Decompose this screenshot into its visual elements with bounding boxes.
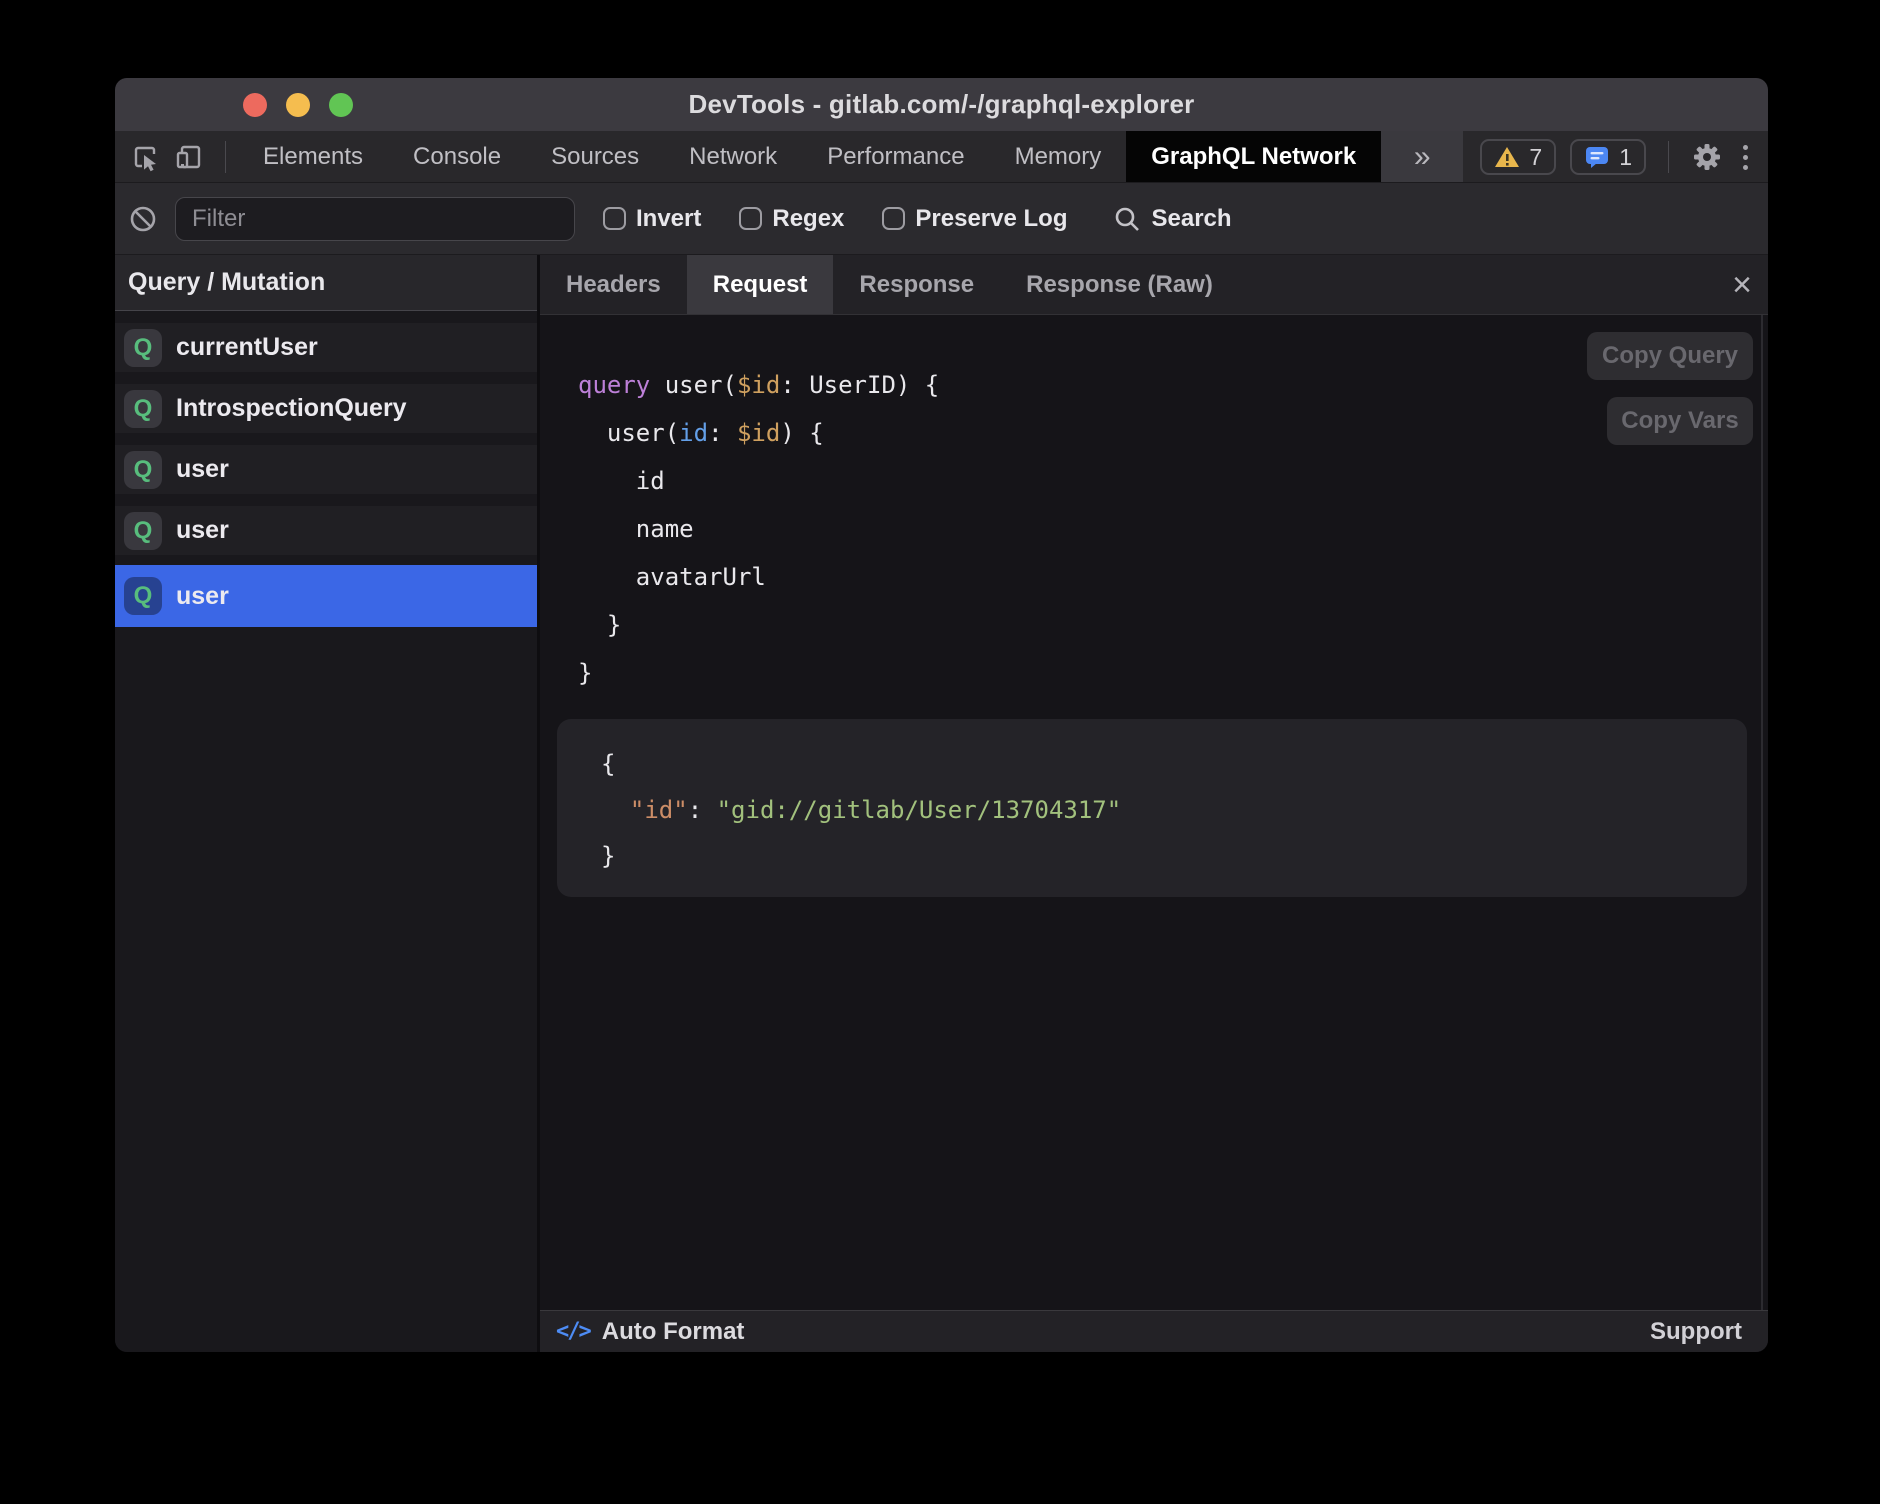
code-line: name (578, 505, 939, 553)
more-tabs-button[interactable]: » (1381, 131, 1463, 182)
close-window-button[interactable] (243, 93, 267, 117)
tab-request[interactable]: Request (687, 255, 834, 314)
regex-checkbox-group[interactable]: Regex (739, 205, 844, 233)
warning-count: 7 (1529, 144, 1542, 171)
preserve-log-label: Preserve Log (915, 205, 1067, 233)
code-line: query user($id: UserID) { (578, 361, 939, 409)
invert-checkbox-group[interactable]: Invert (603, 205, 701, 233)
regex-label: Regex (772, 205, 844, 233)
tab-performance[interactable]: Performance (802, 131, 989, 182)
list-item-label: user (176, 516, 229, 545)
list-item-currentuser[interactable]: Q currentUser (115, 323, 537, 372)
issues-badge[interactable]: 1 (1570, 139, 1646, 175)
tab-console[interactable]: Console (388, 131, 526, 182)
title-bar: DevTools - gitlab.com/-/graphql-explorer (115, 78, 1768, 131)
code-line: user(id: $id) { (578, 409, 939, 457)
panel-tabs: Elements Console Sources Network Perform… (238, 131, 1463, 182)
preserve-log-checkbox[interactable] (882, 207, 905, 230)
filter-bar: Invert Regex Preserve Log Search (115, 183, 1768, 255)
clear-block-icon[interactable] (127, 205, 159, 233)
issues-count: 1 (1619, 144, 1632, 171)
close-detail-icon[interactable]: × (1732, 255, 1752, 315)
graphql-query-code: query user($id: UserID) { user(id: $id) … (578, 361, 939, 697)
search-label: Search (1151, 205, 1231, 233)
tab-elements[interactable]: Elements (238, 131, 388, 182)
list-item-label: currentUser (176, 333, 318, 362)
tab-response[interactable]: Response (833, 255, 1000, 314)
scrollbar-gutter[interactable] (1761, 315, 1763, 1310)
settings-gear-icon[interactable] (1691, 141, 1723, 173)
code-line: } (578, 601, 939, 649)
warnings-badge[interactable]: 7 (1480, 139, 1556, 175)
toolbar-right-divider (1668, 141, 1669, 173)
minimize-window-button[interactable] (286, 93, 310, 117)
list-item-label: user (176, 582, 229, 611)
list-item-introspectionquery[interactable]: Q IntrospectionQuery (115, 384, 537, 433)
query-type-badge: Q (124, 512, 162, 550)
search-icon (1113, 205, 1141, 233)
tab-headers[interactable]: Headers (540, 255, 687, 314)
main-content: Query / Mutation Q currentUser Q Introsp… (115, 255, 1768, 1352)
search-control[interactable]: Search (1113, 205, 1231, 233)
query-list-header: Query / Mutation (115, 255, 537, 311)
query-variables-box: { "id": "gid://gitlab/User/13704317" } (557, 719, 1747, 897)
code-line: id (578, 457, 939, 505)
warning-triangle-icon (1494, 145, 1520, 169)
devtools-window: DevTools - gitlab.com/-/graphql-explorer… (115, 78, 1768, 1352)
query-list: Q currentUser Q IntrospectionQuery Q use… (115, 311, 537, 1352)
auto-format-button[interactable]: Auto Format (602, 1318, 745, 1346)
list-item-user-3-selected[interactable]: Q user (115, 565, 537, 627)
invert-label: Invert (636, 205, 701, 233)
devtools-toolbar: Elements Console Sources Network Perform… (115, 131, 1768, 183)
device-toolbar-icon[interactable] (173, 142, 205, 172)
regex-checkbox[interactable] (739, 207, 762, 230)
traffic-lights (243, 78, 353, 131)
variables-line: { (601, 741, 1747, 787)
copy-vars-button[interactable]: Copy Vars (1607, 397, 1753, 445)
preserve-log-checkbox-group[interactable]: Preserve Log (882, 205, 1067, 233)
code-line: avatarUrl (578, 553, 939, 601)
inspect-element-icon[interactable] (129, 142, 161, 172)
tab-memory[interactable]: Memory (990, 131, 1127, 182)
variables-line: } (601, 833, 1747, 879)
toolbar-left-icons (115, 131, 234, 182)
tab-response-raw[interactable]: Response (Raw) (1000, 255, 1239, 314)
list-item-user-2[interactable]: Q user (115, 506, 537, 555)
code-line: } (578, 649, 939, 697)
support-link[interactable]: Support (1650, 1318, 1742, 1346)
tab-graphql-network[interactable]: GraphQL Network (1126, 131, 1381, 182)
query-list-panel: Query / Mutation Q currentUser Q Introsp… (115, 255, 537, 1352)
query-type-badge: Q (124, 451, 162, 489)
invert-checkbox[interactable] (603, 207, 626, 230)
query-type-badge: Q (124, 577, 162, 615)
toolbar-divider (225, 141, 226, 173)
query-type-badge: Q (124, 329, 162, 367)
detail-tabs: Headers Request Response Response (Raw) … (540, 255, 1768, 315)
variables-line: "id": "gid://gitlab/User/13704317" (601, 787, 1747, 833)
auto-format-icon: </> (556, 1319, 590, 1344)
tab-network[interactable]: Network (664, 131, 802, 182)
request-body: query user($id: UserID) { user(id: $id) … (540, 315, 1768, 1310)
window-title: DevTools - gitlab.com/-/graphql-explorer (115, 89, 1768, 120)
list-item-label: IntrospectionQuery (176, 394, 407, 423)
toolbar-right: 7 1 (1480, 131, 1768, 183)
list-item-label: user (176, 455, 229, 484)
list-item-user-1[interactable]: Q user (115, 445, 537, 494)
message-bubble-icon (1584, 145, 1610, 169)
tab-sources[interactable]: Sources (526, 131, 664, 182)
request-detail-panel: Headers Request Response Response (Raw) … (540, 255, 1768, 1352)
filter-input[interactable] (175, 197, 575, 241)
query-type-badge: Q (124, 390, 162, 428)
detail-footer: </> Auto Format Support (540, 1310, 1768, 1352)
zoom-window-button[interactable] (329, 93, 353, 117)
kebab-menu-icon[interactable] (1737, 145, 1754, 170)
copy-query-button[interactable]: Copy Query (1587, 332, 1753, 380)
